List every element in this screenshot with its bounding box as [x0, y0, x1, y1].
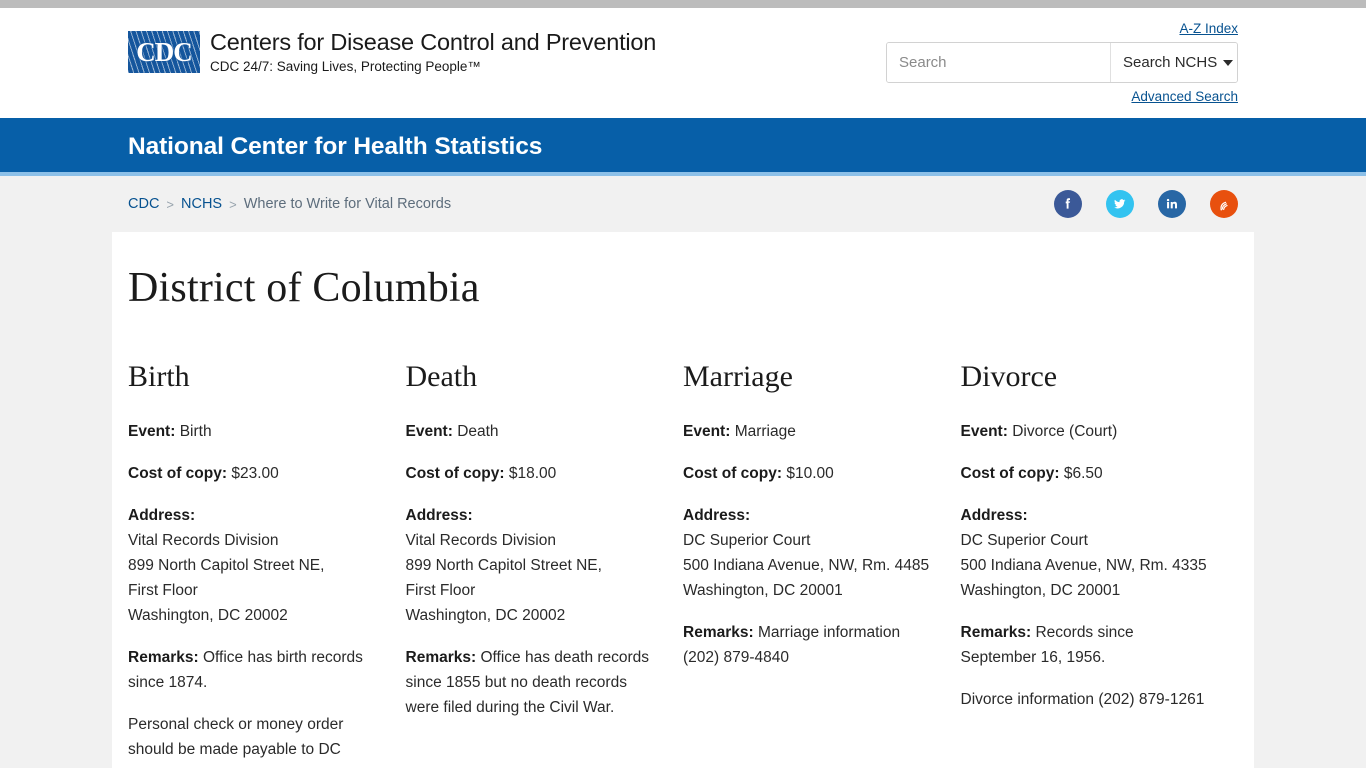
death-address-line: Vital Records Division [405, 532, 556, 550]
marriage-event: Event: Marriage [683, 419, 931, 444]
marriage-address: Address: DC Superior Court 500 Indiana A… [683, 503, 931, 603]
cdc-logo[interactable]: CDC Centers for Disease Control and Prev… [128, 28, 656, 76]
birth-event-label: Event: [128, 423, 176, 441]
death-remarks-label: Remarks: [405, 649, 477, 667]
birth-address-label: Address: [128, 507, 196, 525]
death-event: Event: Death [406, 419, 654, 444]
death-address-line: First Floor [405, 582, 476, 600]
social-share-group [1054, 190, 1238, 218]
breadcrumb-separator: > [166, 196, 175, 212]
cdc-logo-tagline: CDC 24/7: Saving Lives, Protecting Peopl… [210, 59, 481, 74]
birth-event: Event: Birth [128, 419, 376, 444]
divorce-cost-label: Cost of copy: [960, 465, 1060, 483]
death-event-value: Death [457, 423, 499, 441]
breadcrumb-and-social-row: CDC > NCHS > Where to Write for Vital Re… [112, 176, 1254, 232]
a-z-index-link[interactable]: A-Z Index [1179, 21, 1238, 36]
death-cost: Cost of copy: $18.00 [406, 461, 654, 486]
marriage-remarks: Remarks: Marriage information (202) 879-… [683, 620, 931, 670]
syndicate-icon[interactable] [1210, 190, 1238, 218]
divorce-event-value: Divorce (Court) [1012, 423, 1118, 441]
marriage-cost-value: $10.00 [786, 465, 834, 483]
divorce-address-line: 500 Indiana Avenue, NW, Rm. 4335 [960, 557, 1207, 575]
birth-address-line: Washington, DC 20002 [128, 607, 288, 625]
breadcrumb-separator: > [229, 196, 237, 212]
divorce-remarks: Remarks: Records since September 16, 195… [961, 620, 1209, 670]
marriage-cost: Cost of copy: $10.00 [683, 461, 931, 486]
breadcrumb: CDC > NCHS > Where to Write for Vital Re… [128, 196, 451, 212]
divorce-cost: Cost of copy: $6.50 [961, 461, 1209, 486]
birth-remarks: Remarks: Office has birth records since … [128, 645, 376, 695]
birth-address-line: Vital Records Division [128, 532, 279, 550]
search-bar: Search NCHS [886, 42, 1238, 83]
death-event-label: Event: [405, 423, 453, 441]
death-address-line: 899 North Capitol Street NE, [405, 557, 602, 575]
column-heading-birth: Birth [128, 360, 190, 394]
birth-extra-note: Personal check or money order should be … [128, 716, 344, 759]
death-cost-label: Cost of copy: [405, 465, 505, 483]
divorce-address-line: DC Superior Court [960, 532, 1089, 550]
marriage-event-value: Marriage [734, 423, 796, 441]
divorce-extra-note: Divorce information (202) 879-1261 [960, 691, 1205, 709]
search-scope-label: Search NCHS [1123, 54, 1218, 71]
cdc-logo-mark-icon: CDC [128, 31, 200, 73]
marriage-address-label: Address: [683, 507, 751, 525]
breadcrumb-item-current: Where to Write for Vital Records [243, 196, 452, 212]
death-address-label: Address: [405, 507, 473, 525]
column-heading-death: Death [405, 360, 478, 394]
program-title-band: National Center for Health Statistics [0, 118, 1366, 176]
site-header: CDC Centers for Disease Control and Prev… [0, 8, 1366, 118]
column-divorce: Divorce Event: Divorce (Court) Cost of c… [961, 360, 1239, 768]
search-scope-dropdown[interactable]: Search NCHS [1110, 43, 1237, 82]
chevron-down-icon [1223, 59, 1234, 66]
vital-records-columns: Birth Event: Birth Cost of copy: $23.00 … [128, 360, 1238, 768]
cdc-logo-title: Centers for Disease Control and Preventi… [210, 29, 657, 55]
column-heading-marriage: Marriage [683, 360, 793, 394]
death-cost-value: $18.00 [508, 465, 557, 483]
breadcrumb-item-cdc[interactable]: CDC [128, 196, 159, 212]
column-heading-divorce: Divorce [960, 360, 1058, 394]
divorce-event: Event: Divorce (Court) [961, 419, 1209, 444]
marriage-address-line: 500 Indiana Avenue, NW, Rm. 4485 [683, 557, 930, 575]
birth-cost: Cost of copy: $23.00 [128, 461, 376, 486]
cdc-logo-letters: CDC [136, 36, 193, 67]
top-accent-strip [0, 0, 1366, 8]
birth-cost-value: $23.00 [231, 465, 279, 483]
search-input[interactable] [887, 43, 1110, 82]
column-birth: Birth Event: Birth Cost of copy: $23.00 … [128, 360, 406, 768]
death-address: Address: Vital Records Division 899 Nort… [406, 503, 654, 628]
twitter-icon[interactable] [1106, 190, 1134, 218]
divorce-remarks-label: Remarks: [960, 624, 1032, 642]
divorce-address-label: Address: [960, 507, 1028, 525]
divorce-cost-value: $6.50 [1063, 465, 1103, 483]
marriage-address-line: DC Superior Court [683, 532, 811, 550]
death-address-line: Washington, DC 20002 [405, 607, 566, 625]
divorce-event-label: Event: [960, 423, 1008, 441]
birth-address: Address: Vital Records Division 899 Nort… [128, 503, 376, 628]
marriage-remarks-label: Remarks: [683, 624, 754, 642]
facebook-icon[interactable] [1054, 190, 1082, 218]
page-title: District of Columbia [128, 265, 480, 311]
program-title[interactable]: National Center for Health Statistics [128, 133, 542, 161]
main-content-card: District of Columbia Birth Event: Birth … [112, 232, 1254, 768]
birth-address-line: 899 North Capitol Street NE, [128, 557, 325, 575]
column-death: Death Event: Death Cost of copy: $18.00 … [406, 360, 684, 768]
birth-cost-label: Cost of copy: [128, 465, 228, 483]
linkedin-icon[interactable] [1158, 190, 1186, 218]
death-remarks: Remarks: Office has death records since … [406, 645, 654, 720]
breadcrumb-item-nchs[interactable]: NCHS [181, 196, 222, 212]
column-marriage: Marriage Event: Marriage Cost of copy: $… [683, 360, 961, 768]
divorce-address: Address: DC Superior Court 500 Indiana A… [961, 503, 1209, 603]
marriage-cost-label: Cost of copy: [683, 465, 783, 483]
header-search-area: A-Z Index Search NCHS Advanced Search [886, 20, 1238, 106]
birth-event-value: Birth [179, 423, 212, 441]
marriage-address-line: Washington, DC 20001 [683, 582, 843, 600]
birth-remarks-label: Remarks: [128, 649, 199, 667]
divorce-address-line: Washington, DC 20001 [960, 582, 1121, 600]
advanced-search-link[interactable]: Advanced Search [1131, 89, 1238, 104]
birth-address-line: First Floor [128, 582, 198, 600]
marriage-event-label: Event: [683, 423, 731, 441]
